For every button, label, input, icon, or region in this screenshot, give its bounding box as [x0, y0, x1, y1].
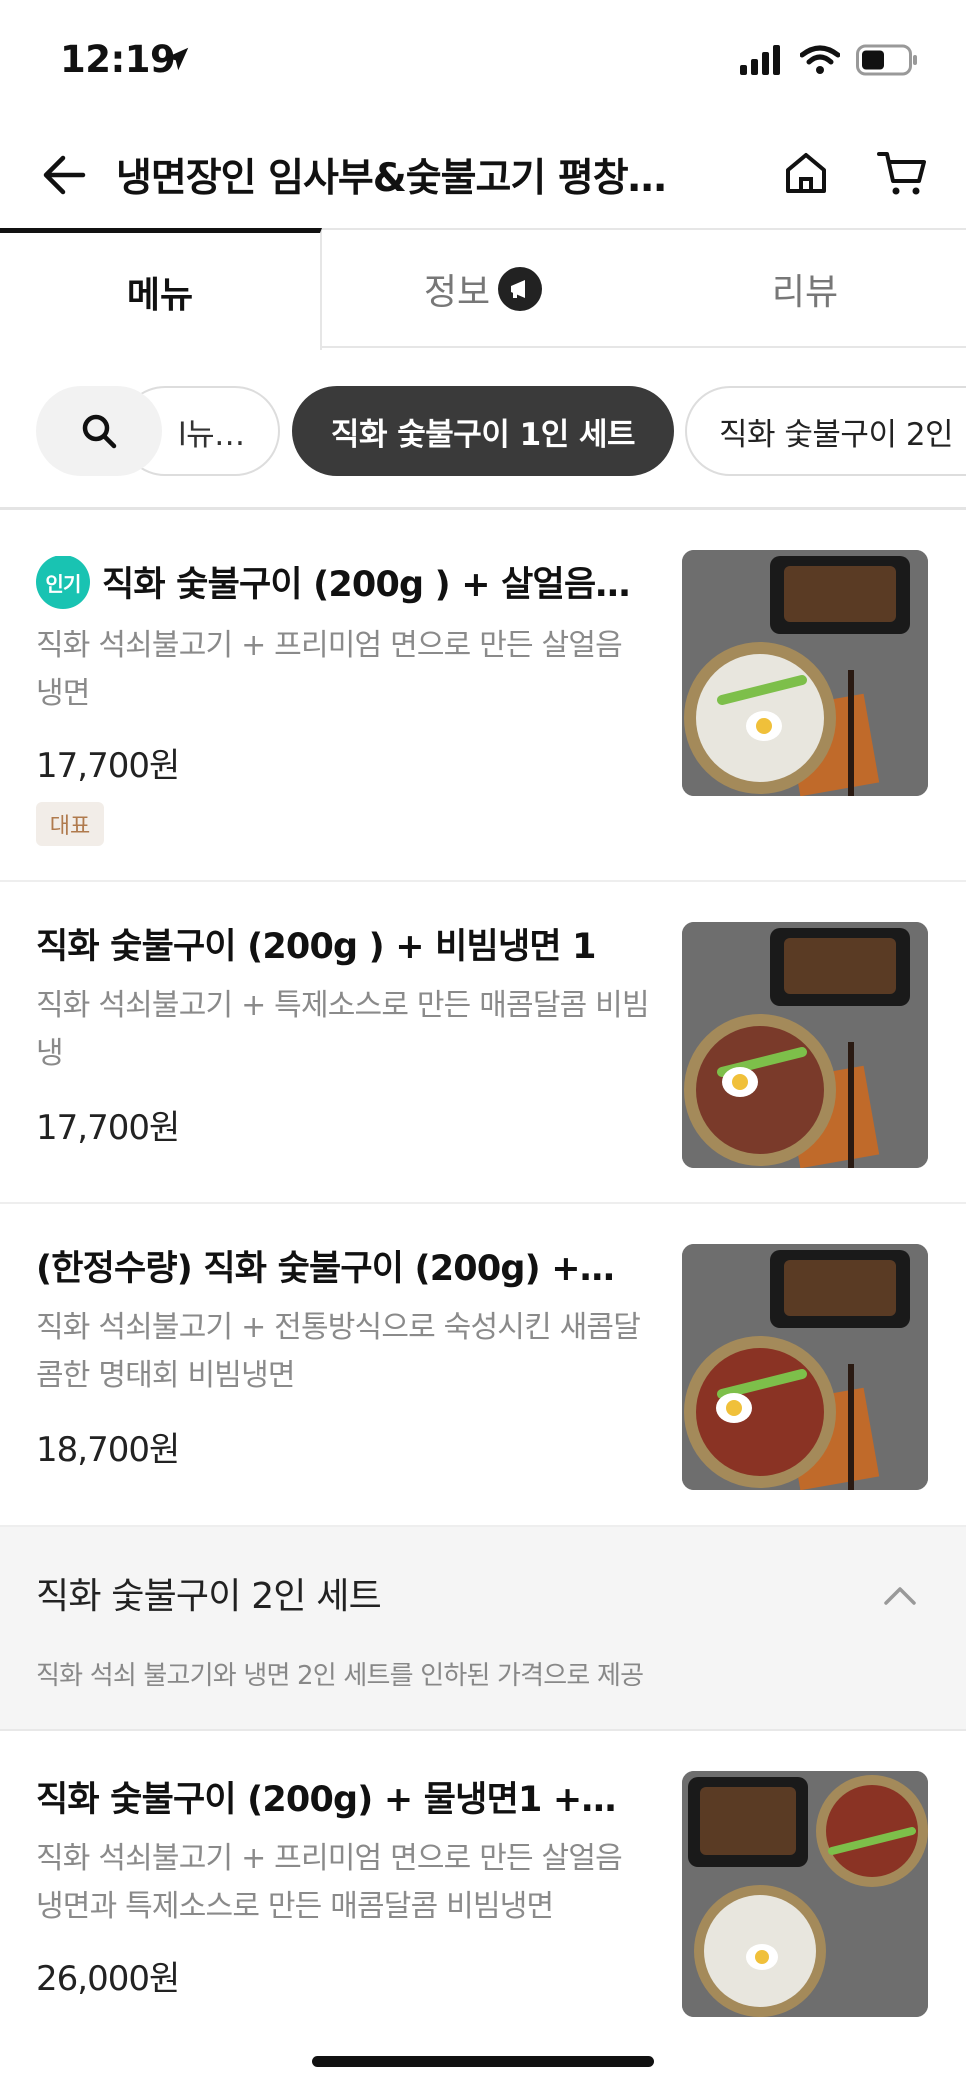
menu-item-price: 18,700원	[36, 1430, 180, 1470]
status-indicators	[740, 44, 918, 80]
tab-bar: 메뉴 정보 리뷰	[0, 228, 966, 350]
menu-item-image	[682, 550, 928, 796]
representative-badge: 대표	[36, 802, 104, 846]
location-arrow-icon	[162, 44, 192, 78]
menu-item-name: 직화 숯불구이 (200g ) + 비빔냉면 1	[36, 927, 597, 967]
category-chip-label: 직화 숯불구이 1인 세트	[330, 416, 636, 453]
status-bar: 12:19	[0, 0, 966, 125]
menu-item-name-text: 직화 숯불구이 (200g ) + 살얼음…	[102, 565, 630, 605]
menu-item-desc: 직화 석쇠불고기 + 프리미엄 면으로 만든 살얼음 냉면	[36, 628, 623, 711]
tab-menu[interactable]: 메뉴	[0, 228, 322, 350]
menu-item-desc: 직화 석쇠불고기 + 프리미엄 면으로 만든 살얼음 냉면과 특제소스로 만든 …	[36, 1841, 623, 1924]
menu-item-name: 인기 직화 숯불구이 (200g ) + 살얼음…	[36, 556, 636, 613]
status-time: 12:19	[60, 38, 176, 81]
tab-menu-label: 메뉴	[126, 274, 194, 316]
home-indicator	[312, 2056, 654, 2067]
cart-button[interactable]	[874, 145, 930, 201]
category-chip-selected[interactable]: 직화 숯불구이 1인 세트	[292, 386, 674, 476]
megaphone-icon	[498, 267, 543, 311]
tab-review[interactable]: 리뷰	[644, 228, 966, 348]
tab-info[interactable]: 정보	[322, 228, 644, 348]
menu-item-image	[682, 1244, 928, 1490]
tab-info-label: 정보	[423, 272, 491, 313]
menu-item-desc: 직화 석쇠불고기 + 특제소스로 만든 매콤달콤 비빔냉	[36, 988, 650, 1071]
menu-search-button[interactable]	[36, 386, 162, 476]
menu-item[interactable]: 직화 숯불구이 (200g ) + 비빔냉면 1 직화 석쇠불고기 + 특제소스…	[0, 882, 966, 1204]
back-button[interactable]	[36, 147, 92, 203]
cart-icon	[877, 152, 926, 195]
search-icon	[82, 414, 117, 449]
menu-item-name: 직화 숯불구이 (200g) + 물냉면1 +…	[36, 1780, 616, 1820]
chevron-up-icon[interactable]	[880, 1575, 920, 1615]
tab-review-label: 리뷰	[771, 272, 839, 313]
section-desc: 직화 석쇠 불고기와 냉면 2인 세트를 인하된 가격으로 제공	[36, 1661, 644, 1691]
home-icon	[786, 153, 826, 193]
signal-icon	[740, 45, 784, 79]
category-section-header[interactable]: 직화 숯불구이 2인 세트 직화 석쇠 불고기와 냉면 2인 세트를 인하된 가…	[0, 1527, 966, 1731]
battery-icon	[856, 44, 918, 80]
category-chip-label: l뉴…	[178, 416, 245, 453]
menu-item[interactable]: 직화 숯불구이 (200g) + 물냉면1 +… 직화 석쇠불고기 + 프리미엄…	[0, 1731, 966, 2061]
category-chip-label: 직화 숯불구이 2인	[719, 416, 954, 453]
wifi-icon	[799, 45, 841, 79]
menu-item-price: 17,700원	[36, 1108, 180, 1148]
store-title: 냉면장인 임사부&숯불고기 평창…	[116, 156, 667, 201]
header: 냉면장인 임사부&숯불고기 평창…	[0, 125, 966, 230]
menu-item-name: (한정수량) 직화 숯불구이 (200g) +…	[36, 1249, 615, 1289]
menu-item-price: 17,700원	[36, 746, 180, 786]
category-chips: l뉴… 직화 숯불구이 1인 세트 직화 숯불구이 2인	[0, 348, 966, 510]
home-button[interactable]	[778, 145, 834, 201]
section-title: 직화 숯불구이 2인 세트	[36, 1576, 382, 1617]
popular-badge: 인기	[36, 556, 90, 609]
menu-item-desc: 직화 석쇠불고기 + 전통방식으로 숙성시킨 새콤달콤한 명태회 비빔냉면	[36, 1310, 641, 1393]
back-arrow-icon	[43, 155, 86, 195]
menu-item-image	[682, 922, 928, 1168]
category-chip[interactable]: 직화 숯불구이 2인	[685, 386, 966, 476]
menu-item[interactable]: 인기 직화 숯불구이 (200g ) + 살얼음… 직화 석쇠불고기 + 프리미엄…	[0, 510, 966, 882]
menu-item[interactable]: (한정수량) 직화 숯불구이 (200g) +… 직화 석쇠불고기 + 전통방식…	[0, 1204, 966, 1527]
menu-item-price: 26,000원	[36, 1959, 180, 1999]
menu-item-image	[682, 1771, 928, 2017]
